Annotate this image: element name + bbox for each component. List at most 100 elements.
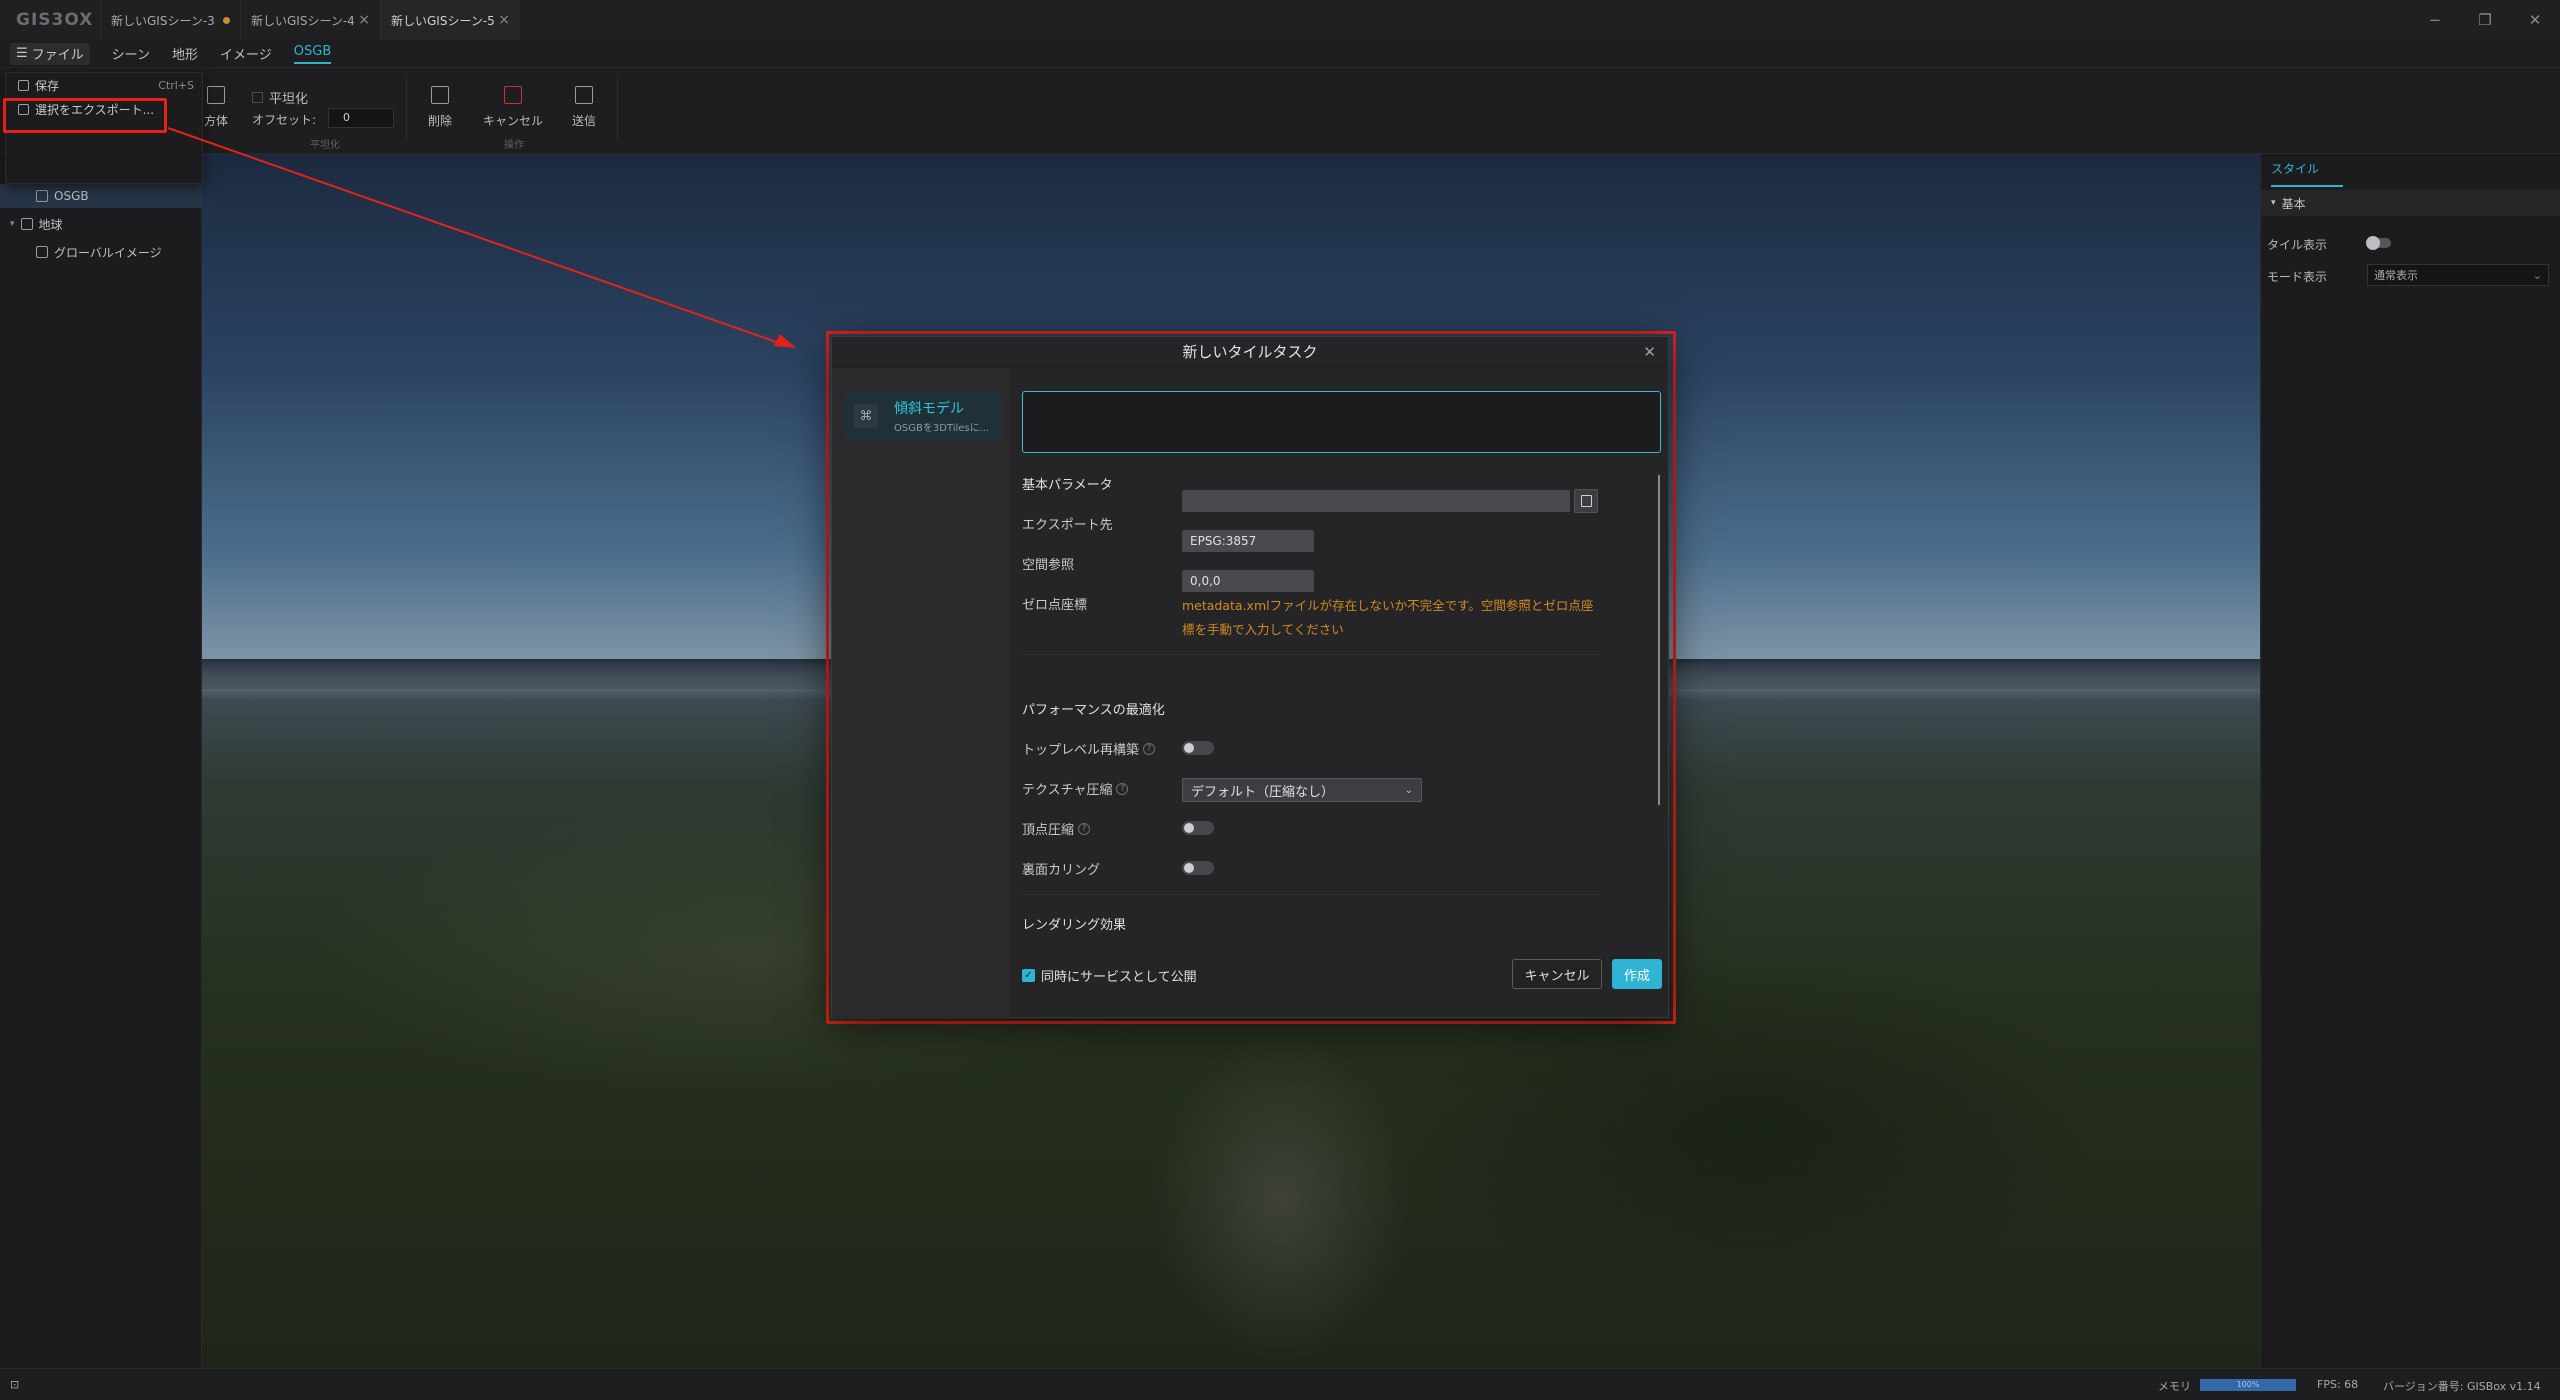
flatten-label: 平坦化 bbox=[269, 92, 309, 107]
flatten-checkbox[interactable]: 平坦化 bbox=[252, 88, 308, 107]
cancel-icon bbox=[504, 86, 522, 104]
memory-bar: 100% bbox=[2200, 1379, 2296, 1391]
mode-display-label: モード表示 bbox=[2267, 270, 2328, 284]
task-type-subtitle: OSGBを3DTilesに... bbox=[894, 423, 990, 434]
send-label: 送信 bbox=[572, 114, 597, 128]
close-icon[interactable]: ✕ bbox=[1643, 343, 1656, 361]
metadata-warning: metadata.xmlファイルが存在しないか不完全です。空間参照とゼロ点座標を… bbox=[1182, 598, 1594, 637]
file-menu-label: ファイル bbox=[31, 48, 84, 63]
cancel-op-button[interactable]: キャンセル bbox=[483, 86, 543, 129]
chevron-down-icon[interactable]: ▾ bbox=[10, 219, 15, 229]
tab-scene-3[interactable]: 新しいGISシーン-3 bbox=[100, 0, 240, 40]
tab-scene-4[interactable]: 新しいGISシーン-4 × bbox=[240, 0, 380, 40]
help-icon[interactable]: ? bbox=[1116, 782, 1129, 795]
menu-terrain[interactable]: 地形 bbox=[172, 44, 198, 63]
close-window-button[interactable]: ✕ bbox=[2510, 0, 2560, 40]
send-icon bbox=[575, 86, 593, 104]
offset-input[interactable]: 0 bbox=[328, 108, 394, 128]
section-performance: パフォーマンスの最適化 bbox=[1022, 703, 1165, 718]
memory-bar-fill: 100% bbox=[2200, 1379, 2296, 1391]
backface-culling-label: 裏面カリング bbox=[1022, 863, 1101, 878]
cube-icon bbox=[207, 86, 225, 104]
mode-display-select[interactable]: 通常表示 ⌄ bbox=[2367, 264, 2549, 286]
help-icon[interactable]: ? bbox=[1078, 822, 1091, 835]
section-basic[interactable]: ▾ 基本 bbox=[2261, 190, 2560, 216]
ribbon-separator bbox=[406, 78, 407, 140]
texture-compress-value: デフォルト（圧縮なし） bbox=[1191, 784, 1335, 800]
model-icon bbox=[36, 190, 48, 202]
tab-close-icon[interactable]: × bbox=[498, 12, 510, 28]
send-button[interactable]: 送信 bbox=[572, 86, 596, 129]
menu-scene[interactable]: シーン bbox=[112, 44, 150, 63]
tile-display-toggle[interactable] bbox=[2366, 236, 2391, 250]
tab-style[interactable]: スタイル bbox=[2271, 160, 2343, 187]
trash-icon bbox=[431, 86, 449, 104]
task-type-oblique-model[interactable]: ⌘ 傾斜モデル OSGBを3DTilesに... bbox=[844, 392, 1002, 440]
tab-label: 新しいGISシーン-4 bbox=[251, 13, 355, 28]
cube-button[interactable]: 方体 bbox=[204, 86, 228, 129]
publish-service-checkbox[interactable]: ✓ 同時にサービスとして公開 bbox=[1022, 966, 1197, 985]
vertex-compress-toggle[interactable] bbox=[1182, 821, 1214, 835]
top-level-rebuild-toggle[interactable] bbox=[1182, 741, 1214, 755]
version-label: バージョン番号: GISBox v1.14 bbox=[2383, 1380, 2541, 1393]
globe-icon bbox=[20, 218, 33, 230]
backface-culling-toggle[interactable] bbox=[1182, 861, 1214, 875]
chevron-down-icon: ▾ bbox=[2271, 198, 2276, 208]
dialog-header: 新しいタイルタスク ✕ bbox=[832, 337, 1668, 367]
dialog-title: 新しいタイルタスク bbox=[1182, 343, 1318, 361]
tree-item-osgb[interactable]: OSGB bbox=[0, 184, 202, 208]
tab-close-icon[interactable]: × bbox=[358, 12, 370, 28]
create-button[interactable]: 作成 bbox=[1612, 959, 1662, 989]
minimize-button[interactable]: − bbox=[2410, 0, 2460, 40]
cube-label: 方体 bbox=[204, 114, 229, 128]
divider bbox=[1022, 654, 1600, 655]
tree-item-earth[interactable]: ▾ 地球 bbox=[0, 212, 202, 236]
texture-compress-select[interactable]: デフォルト（圧縮なし） ⌄ bbox=[1182, 778, 1422, 802]
menu-item-save[interactable]: 保存 Ctrl+S bbox=[6, 73, 202, 97]
task-name-input[interactable] bbox=[1022, 391, 1661, 453]
delete-button[interactable]: 削除 bbox=[428, 86, 452, 129]
ribbon-toolbar: 方体 平坦化 オフセット: 0 平坦化 削除 キャンセル 送信 操作 bbox=[0, 68, 2560, 154]
menu-bar: ☰ ファイル シーン 地形 イメージ OSGB bbox=[0, 40, 2560, 68]
tree-item-label: OSGB bbox=[54, 189, 89, 203]
image-icon bbox=[36, 246, 48, 258]
model-icon: ⌘ bbox=[854, 404, 878, 428]
cancel-button[interactable]: キャンセル bbox=[1512, 959, 1602, 989]
checkbox-icon bbox=[252, 92, 263, 103]
zero-point-input[interactable]: 0,0,0 bbox=[1182, 570, 1314, 592]
status-icon[interactable]: ⊡ bbox=[10, 1378, 19, 1391]
save-icon bbox=[18, 79, 29, 91]
cancel-label: キャンセル bbox=[483, 114, 544, 128]
tree-item-label: 地球 bbox=[38, 217, 63, 232]
menu-imagery[interactable]: イメージ bbox=[220, 44, 272, 63]
help-icon[interactable]: ? bbox=[1143, 742, 1156, 755]
highlight-box-export bbox=[3, 98, 167, 133]
tree-item-label: グローバルイメージ bbox=[54, 245, 162, 260]
publish-service-label: 同時にサービスとして公開 bbox=[1041, 970, 1197, 985]
unsaved-dot-icon bbox=[223, 16, 230, 24]
form-scrollbar[interactable] bbox=[1658, 475, 1660, 805]
fps-readout: FPS: 68 bbox=[2317, 1378, 2359, 1391]
section-rendering: レンダリング効果 bbox=[1022, 918, 1127, 933]
export-path-input[interactable] bbox=[1182, 490, 1570, 512]
task-type-sidebar: ⌘ 傾斜モデル OSGBを3DTilesに... bbox=[832, 368, 1010, 1019]
browse-folder-button[interactable] bbox=[1574, 489, 1598, 513]
tab-scene-5[interactable]: 新しいGISシーン-5 × bbox=[380, 0, 520, 40]
file-menu-button[interactable]: ☰ ファイル bbox=[10, 42, 90, 65]
mode-display-value: 通常表示 bbox=[2374, 269, 2418, 282]
vertex-compress-label: 頂点圧縮? bbox=[1022, 819, 1091, 838]
section-basic-label: 基本 bbox=[2281, 196, 2306, 211]
chevron-down-icon: ⌄ bbox=[2532, 268, 2542, 282]
checkmark-icon: ✓ bbox=[1022, 969, 1035, 982]
ribbon-separator bbox=[617, 78, 618, 140]
tab-label: 新しいGISシーン-5 bbox=[391, 13, 495, 28]
menu-osgb[interactable]: OSGB bbox=[293, 44, 332, 64]
tree-item-global-imagery[interactable]: グローバルイメージ bbox=[0, 240, 202, 264]
restore-button[interactable]: ❐ bbox=[2460, 0, 2510, 40]
zero-point-label: ゼロ点座標 bbox=[1022, 598, 1088, 613]
style-panel: スタイル ▾ 基本 タイル表示 モード表示 通常表示 ⌄ bbox=[2260, 154, 2560, 1368]
task-type-title: 傾斜モデル bbox=[894, 401, 964, 417]
top-level-rebuild-label: トップレベル再構築? bbox=[1022, 739, 1156, 758]
spatial-ref-input[interactable]: EPSG:3857 bbox=[1182, 530, 1314, 552]
divider bbox=[1022, 894, 1600, 895]
